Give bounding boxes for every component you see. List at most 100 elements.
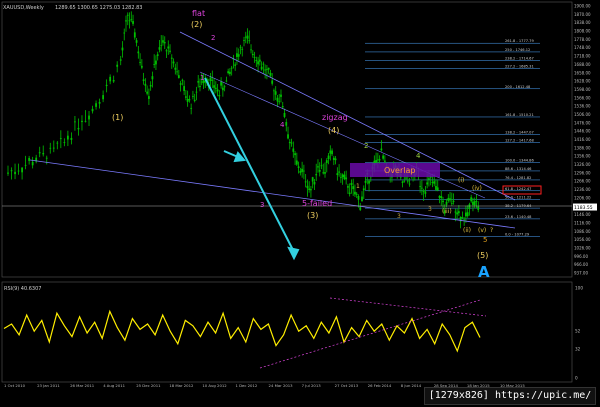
candle-body <box>264 69 267 71</box>
candle-body <box>253 57 256 58</box>
fib-level-label: 23.6 - 1140.48 <box>505 215 532 219</box>
candle-body <box>347 186 349 188</box>
candle-body <box>426 182 429 185</box>
rsi-polyline <box>3 309 481 353</box>
candle-body <box>139 62 141 63</box>
candle-body <box>149 85 152 87</box>
candle-body <box>325 160 328 163</box>
candle-body <box>315 174 318 176</box>
candle-body <box>151 76 154 80</box>
candle-body <box>158 47 161 50</box>
price-tick-label: 1146.00 <box>574 212 591 217</box>
candle-body <box>345 177 348 180</box>
candle-body <box>285 122 288 126</box>
candle-body <box>433 181 436 184</box>
candle-body <box>176 71 178 73</box>
price-tick-label: 1628.00 <box>574 79 591 84</box>
candle-body <box>383 160 386 162</box>
candle-body <box>428 178 430 180</box>
flat-label: flat <box>192 9 205 18</box>
candle-body <box>102 95 105 100</box>
wave-5-failed-label: 5-failed <box>302 199 332 208</box>
candle-body <box>7 172 9 174</box>
candle-body <box>84 120 87 122</box>
candle-body <box>77 127 80 130</box>
candle-body <box>436 187 439 191</box>
time-tick-label: 26 Feb 2014 <box>368 383 392 388</box>
time-tick-label: 1 Oct 2010 <box>4 383 26 388</box>
candle-body <box>251 53 254 56</box>
price-tick-label: 1808.00 <box>574 29 591 34</box>
candle-body <box>123 32 126 34</box>
wave-4-sub: 4 <box>280 121 285 129</box>
candle-body <box>475 201 478 202</box>
candle-body <box>183 86 186 92</box>
candle-body <box>230 67 233 69</box>
candle-body <box>181 79 184 81</box>
time-tick-label: 7 Jul 2013 <box>302 383 322 388</box>
candle-body <box>313 181 316 185</box>
candle-body <box>193 99 196 102</box>
candle-body <box>276 97 279 102</box>
candle-body <box>310 189 312 191</box>
candle-body <box>472 201 474 205</box>
candle-body <box>302 170 305 172</box>
price-tick-label: 1086.00 <box>574 229 591 234</box>
candle-body <box>406 180 409 182</box>
candle-body <box>192 96 194 97</box>
candle-body <box>382 155 385 159</box>
time-tick-label: 18 Mar 2012 <box>169 383 194 388</box>
candle-body <box>320 165 323 167</box>
candle-body <box>375 160 377 163</box>
candle-body <box>280 94 282 97</box>
candle-body <box>336 173 339 176</box>
candle-body <box>14 171 16 175</box>
candle-body <box>24 164 27 166</box>
rsi-tick-label: 0 <box>575 376 578 381</box>
candle-body <box>140 65 143 68</box>
price-tick-label: 1266.00 <box>574 179 591 184</box>
candle-body <box>265 69 268 71</box>
price-tick-label: 1446.00 <box>574 129 591 134</box>
candle-body <box>248 40 251 42</box>
candle-body <box>218 94 221 97</box>
fib-level-label: 0.0 - 1077.29 <box>505 232 530 236</box>
candle-body <box>354 191 356 195</box>
fib-level-label: 127.2 - 1417.68 <box>505 138 534 142</box>
wave-1-sub: 1 <box>200 74 204 82</box>
candle-body <box>339 177 342 179</box>
price-tick-label: 1296.00 <box>574 170 591 175</box>
candle-body <box>450 202 453 204</box>
candle-body <box>91 108 94 112</box>
time-tick-label: 1 Dec 2012 <box>235 383 257 388</box>
candle-body <box>177 75 180 79</box>
candle-body <box>292 148 295 152</box>
rsi-lower-trendline <box>259 299 481 369</box>
price-axis: 1900.00 1870.00 1838.00 1808.00 1778.00 1748.… <box>573 4 597 276</box>
candle-body <box>457 211 460 214</box>
price-tick-label: 1748.00 <box>574 45 591 50</box>
candle-body <box>234 64 237 66</box>
candle-body <box>169 50 171 52</box>
candle-body <box>146 91 149 94</box>
candle-body <box>165 50 168 52</box>
wave-labels: flat (2) 2 (1) 1 4 zigzag (4) 3 5-failed… <box>112 9 493 281</box>
candle-body <box>153 64 156 65</box>
candle-body <box>281 106 284 108</box>
fib-level-label: 138.2 - 1447.07 <box>505 130 534 134</box>
candle-body <box>361 196 363 202</box>
candle-body <box>246 35 249 39</box>
candle-body <box>10 170 13 172</box>
candle-body <box>463 218 466 220</box>
candle-body <box>419 185 422 187</box>
candle-body <box>142 79 145 82</box>
rsi-tick-label: 52 <box>575 329 581 334</box>
price-tick-label: 996.00 <box>574 254 588 259</box>
fib-level-label: 88.6 - 1314.46 <box>505 167 532 171</box>
candle-body <box>167 46 170 49</box>
candle-body <box>137 51 140 54</box>
rsi-tick-label: 100 <box>575 286 583 291</box>
candle-body <box>66 135 69 140</box>
minor-iii: (iii) <box>442 208 452 215</box>
candle-body <box>144 83 147 86</box>
